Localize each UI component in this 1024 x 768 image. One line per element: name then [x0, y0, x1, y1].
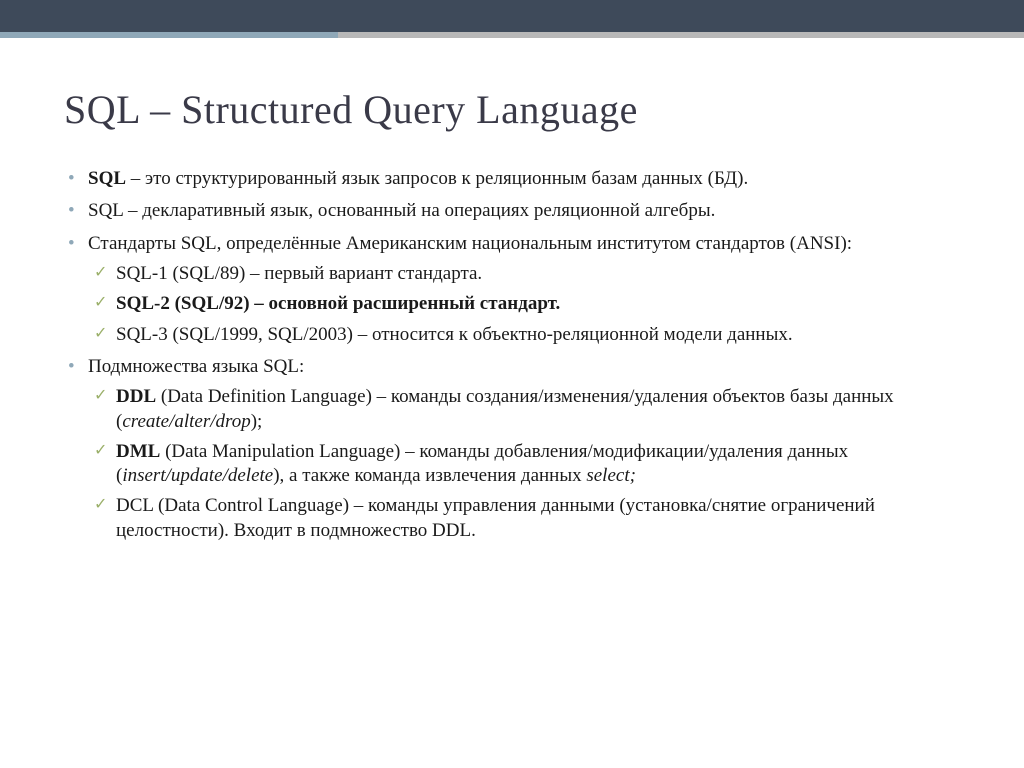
sub-item: DDL (Data Definition Language) – команды… [88, 385, 968, 434]
text: SQL-3 (SQL/1999, SQL/2003) – относится к… [116, 324, 793, 345]
text: – это структурированный язык запросов к … [126, 168, 748, 189]
bullet-item: SQL – декларативный язык, основанный на … [64, 199, 968, 223]
accent-right [338, 32, 1024, 38]
slide: SQL – Structured Query Language SQL – эт… [0, 0, 1024, 768]
bullet-item: Подмножества языка SQL: DDL (Data Defini… [64, 355, 968, 543]
sub-item: DML (Data Manipulation Language) – коман… [88, 440, 968, 489]
text-bold: DDL [116, 386, 156, 407]
sub-item: SQL-2 (SQL/92) – основной расширенный ст… [88, 292, 968, 316]
accent-left [0, 32, 338, 38]
text: SQL – декларативный язык, основанный на … [88, 200, 715, 221]
sub-item: DCL (Data Control Language) – команды уп… [88, 494, 968, 543]
bullet-list: SQL – это структурированный язык запросо… [64, 167, 968, 543]
sub-list: SQL-1 (SQL/89) – первый вариант стандарт… [88, 262, 968, 347]
text: ); [251, 411, 263, 432]
text-bold: SQL-2 (SQL/92) – основной расширенный ст… [116, 293, 560, 314]
sub-item: SQL-1 (SQL/89) – первый вариант стандарт… [88, 262, 968, 286]
text: ), а также команда извлечения данных [273, 465, 586, 486]
text: DCL (Data Control Language) – команды уп… [116, 495, 875, 540]
top-bar [0, 0, 1024, 32]
text-italic: select; [586, 465, 636, 486]
slide-title: SQL – Structured Query Language [64, 86, 968, 133]
content-area: SQL – Structured Query Language SQL – эт… [0, 38, 1024, 571]
text: Стандарты SQL, определённые Американским… [88, 233, 852, 254]
text-bold: DML [116, 441, 160, 462]
bullet-item: Стандарты SQL, определённые Американским… [64, 232, 968, 347]
text-bold: SQL [88, 168, 126, 189]
text: SQL-1 (SQL/89) – первый вариант стандарт… [116, 263, 482, 284]
accent-bar [0, 32, 1024, 38]
sub-item: SQL-3 (SQL/1999, SQL/2003) – относится к… [88, 323, 968, 347]
text: Подмножества языка SQL: [88, 356, 304, 377]
text-italic: insert/update/delete [122, 465, 273, 486]
sub-list: DDL (Data Definition Language) – команды… [88, 385, 968, 543]
bullet-item: SQL – это структурированный язык запросо… [64, 167, 968, 191]
text-italic: create/alter/drop [122, 411, 250, 432]
